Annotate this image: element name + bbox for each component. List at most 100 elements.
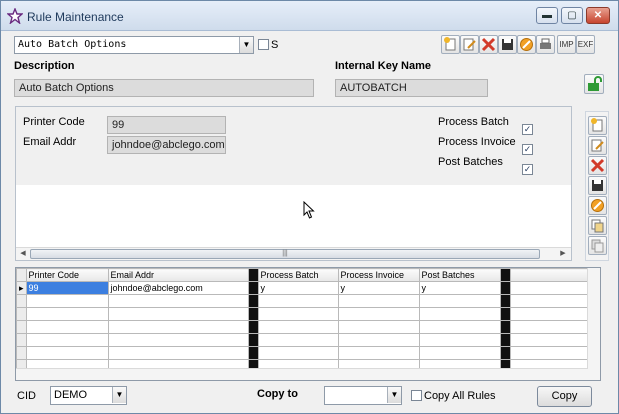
empty-cell [16, 346, 27, 360]
scroll-left-icon[interactable]: ◀ [17, 248, 29, 260]
detail-blank-area [16, 185, 571, 249]
column-header-printer-code[interactable]: Printer Code [25, 268, 109, 282]
save-button[interactable] [498, 35, 517, 54]
empty-cell [499, 333, 511, 347]
cid-label: CID [17, 390, 36, 402]
print-icon [540, 38, 551, 49]
import-button[interactable]: IMP [557, 35, 576, 54]
grid-vertical-scrollbar[interactable] [587, 268, 600, 380]
cell-printer-code[interactable]: 99 [25, 281, 109, 295]
lock-button[interactable] [584, 74, 604, 94]
cell-process-invoice[interactable]: y [337, 281, 420, 295]
minimize-button[interactable]: ▬ [536, 7, 558, 24]
side-save-button[interactable] [588, 176, 607, 195]
chevron-down-icon: ▼ [239, 37, 253, 53]
empty-cell [247, 346, 259, 360]
title-bar[interactable]: Rule Maintenance ▬ ▢ ✕ [1, 1, 618, 31]
side-new-button[interactable] [588, 116, 607, 135]
row-indicator-header [16, 268, 27, 282]
delete-button[interactable] [479, 35, 498, 54]
empty-table-row [16, 333, 588, 347]
close-icon: ✕ [593, 10, 603, 21]
export-button[interactable]: EXF [576, 35, 595, 54]
rule-select[interactable]: Auto Batch Options ▼ [14, 36, 254, 54]
new-button[interactable] [441, 35, 460, 54]
empty-cell [499, 294, 511, 308]
cancel-button[interactable] [517, 35, 536, 54]
grid-horizontal-scrollbar[interactable] [16, 368, 588, 380]
close-button[interactable]: ✕ [586, 7, 610, 24]
process-invoice-checkbox[interactable]: ✓ [522, 144, 533, 155]
import-label: IMP [559, 40, 574, 49]
description-field[interactable]: Auto Batch Options [14, 79, 314, 97]
empty-cell [257, 307, 339, 321]
restore-button[interactable]: ▢ [561, 7, 583, 24]
window-title: Rule Maintenance [27, 10, 124, 24]
rule-select-value: Auto Batch Options [18, 39, 127, 50]
email-field[interactable]: johndoe@abclego.com [107, 136, 226, 154]
cell-process-batch[interactable]: y [257, 281, 339, 295]
s-checkbox[interactable] [258, 39, 269, 50]
star-icon [7, 8, 23, 24]
empty-cell [257, 333, 339, 347]
side-delete-button[interactable] [588, 156, 607, 175]
empty-cell [418, 320, 501, 334]
internal-key-label: Internal Key Name [335, 60, 431, 72]
copy-all-rules-checkbox[interactable] [411, 390, 422, 401]
detail-form: Printer Code 99 Email Addr johndoe@abcle… [16, 107, 571, 185]
empty-cell [257, 294, 339, 308]
empty-cell [107, 294, 249, 308]
empty-cell [107, 320, 249, 334]
empty-cell [257, 346, 339, 360]
internal-key-field[interactable]: AUTOBATCH [335, 79, 488, 97]
unlock-icon [588, 76, 602, 91]
empty-cell [509, 320, 588, 334]
side-copy-button[interactable] [588, 216, 607, 235]
empty-cell [257, 320, 339, 334]
empty-cell [16, 333, 27, 347]
column-header-process-invoice[interactable]: Process Invoice [337, 268, 420, 282]
scroll-right-icon[interactable]: ▶ [557, 248, 569, 260]
copy-button[interactable]: Copy [537, 386, 592, 407]
cell-post-batches[interactable]: y [418, 281, 501, 295]
copy-to-select[interactable]: ▼ [324, 386, 402, 405]
empty-cell [418, 294, 501, 308]
edit-icon [463, 38, 476, 51]
cid-select[interactable]: DEMO ▼ [50, 386, 127, 405]
process-batch-checkbox[interactable]: ✓ [522, 124, 533, 135]
scroll-grip-icon: ||| [282, 250, 288, 257]
empty-cell [337, 320, 420, 334]
empty-cell [25, 333, 109, 347]
post-batches-checkbox[interactable]: ✓ [522, 164, 533, 175]
minimize-icon: ▬ [542, 10, 552, 21]
cell-email-addr[interactable]: johndoe@abclego.com [107, 281, 249, 295]
column-header-post-batches[interactable]: Post Batches [418, 268, 501, 282]
empty-table-row [16, 320, 588, 334]
empty-cell [16, 320, 27, 334]
description-label: Description [14, 60, 75, 72]
edit-icon [591, 139, 604, 152]
print-button[interactable] [536, 35, 555, 54]
detail-horizontal-scrollbar[interactable]: ◀ ||| ▶ [16, 247, 571, 260]
empty-cell [247, 294, 259, 308]
empty-cell [418, 307, 501, 321]
column-header-process-batch[interactable]: Process Batch [257, 268, 339, 282]
printer-code-field[interactable]: 99 [107, 116, 226, 134]
column-header-email-addr[interactable]: Email Addr [107, 268, 249, 282]
column-separator [499, 281, 511, 295]
side-cancel-button[interactable] [588, 196, 607, 215]
empty-cell [25, 307, 109, 321]
empty-cell [25, 294, 109, 308]
empty-cell [509, 294, 588, 308]
empty-rows [16, 294, 588, 373]
empty-cell [499, 320, 511, 334]
side-paste-button[interactable] [588, 236, 607, 255]
side-edit-button[interactable] [588, 136, 607, 155]
rules-grid[interactable]: Printer Code Email Addr Process Batch Pr… [15, 267, 601, 381]
empty-cell [418, 333, 501, 347]
scroll-thumb[interactable]: ||| [30, 249, 540, 259]
empty-cell [25, 320, 109, 334]
table-row[interactable]: ▸ 99 johndoe@abclego.com y y y [16, 281, 588, 295]
cid-select-value: DEMO [54, 389, 87, 401]
edit-button[interactable] [460, 35, 479, 54]
